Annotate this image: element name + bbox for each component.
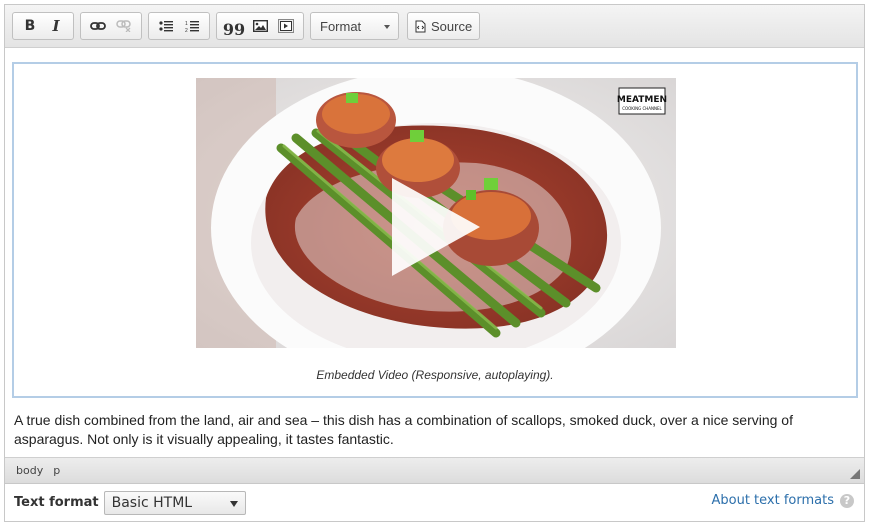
text-format-value: Basic HTML [111,494,193,511]
text-format-bar: Text format Basic HTML About text format… [4,484,865,522]
image-icon [252,20,268,32]
bulleted-list-icon [159,21,173,32]
source-button-label: Source [431,18,473,34]
list-group: 12 [148,12,210,40]
editor-content[interactable]: MEATMEN COOKING CHANNEL Embedded Video (… [5,48,864,457]
element-path-bar: body p [5,457,864,483]
format-dropdown[interactable]: Format [310,12,399,40]
source-icon [415,20,426,32]
bulleted-list-button[interactable] [153,15,179,37]
image-button[interactable] [247,15,273,37]
numbered-list-button[interactable]: 12 [179,15,205,37]
svg-text:2: 2 [185,28,188,32]
text-format-select[interactable]: Basic HTML [103,490,246,515]
italic-button[interactable]: I [43,15,69,37]
about-text-formats: About text formats ? [711,493,854,508]
svg-text:1: 1 [185,21,188,27]
blockquote-button[interactable]: 99 [221,15,247,39]
link-icon [90,22,106,30]
unlink-button[interactable] [111,15,137,37]
rich-text-editor: B I 12 99 Format Source MEATMEN COOKING … [4,4,865,484]
watermark-title: MEATMEN [617,95,667,105]
editor-toolbar: B I 12 99 Format Source [5,5,864,48]
embedded-video-figure[interactable]: MEATMEN COOKING CHANNEL Embedded Video (… [12,62,858,398]
link-group [80,12,142,40]
video-caption[interactable]: Embedded Video (Responsive, autoplaying)… [14,368,856,382]
path-item-p[interactable]: p [53,464,60,477]
chevron-down-icon [229,500,238,507]
numbered-list-icon: 12 [185,21,199,32]
dish-image: MEATMEN COOKING CHANNEL [196,78,676,348]
unlink-icon [116,20,131,32]
about-text-formats-link[interactable]: About text formats [711,493,834,508]
help-icon[interactable]: ? [840,493,854,508]
watermark-subtitle: COOKING CHANNEL [622,106,662,111]
text-format-label: Text format [14,495,99,510]
format-dropdown-label: Format [320,18,362,34]
basic-styles-group: B I [12,12,74,40]
video-thumbnail[interactable]: MEATMEN COOKING CHANNEL [196,78,676,348]
link-button[interactable] [85,15,111,37]
chevron-down-icon [384,25,390,29]
insert-group: 99 [216,12,304,40]
video-icon [278,19,294,33]
body-paragraph[interactable]: A true dish combined from the land, air … [14,411,859,449]
source-button[interactable]: Source [407,12,481,40]
bold-button[interactable]: B [17,15,43,37]
resize-handle[interactable] [850,469,860,479]
path-item-body[interactable]: body [16,464,43,477]
video-embed-button[interactable] [273,15,299,37]
